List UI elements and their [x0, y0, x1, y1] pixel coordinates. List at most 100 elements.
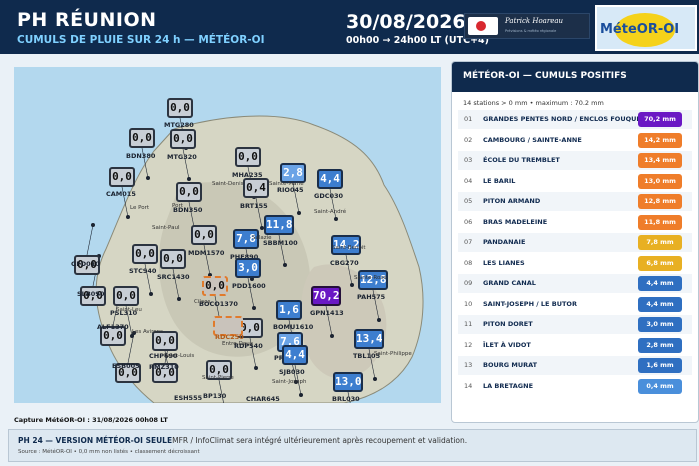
station-value[interactable]: 11,8	[264, 215, 294, 235]
ranking-row[interactable]: 05 PITON ARMAND 12,8 mm	[458, 192, 692, 211]
station-name: GRAND CANAL	[483, 279, 536, 287]
rain-value-badge: 13,0 mm	[638, 173, 682, 189]
ranking-row[interactable]: 12 ÎLET À VIDOT 2,8 mm	[458, 335, 692, 355]
station-value[interactable]: 0,4	[243, 178, 269, 198]
station-code: PDD1600	[232, 282, 266, 290]
footer-line-1: PH 24 — VERSION MÉTÉOR-OI SEULEMFR / Inf…	[18, 436, 467, 445]
author-credit: Patrick Hoareau Prévisions & météo régio…	[464, 13, 590, 39]
station-value[interactable]: 13,0	[333, 372, 363, 392]
rank-number: 08	[464, 258, 473, 267]
town-label: Entre-Deux	[222, 341, 253, 347]
town-label: Salazie	[252, 235, 272, 241]
station-value[interactable]: 0,0	[191, 225, 217, 245]
rain-value-badge: 6,8 mm	[638, 255, 682, 271]
station-code: SJB030	[279, 368, 305, 376]
town-label: Saint-André	[314, 209, 347, 215]
ranking-row[interactable]: 13 BOURG MURAT 1,6 mm	[458, 356, 692, 375]
rain-value-badge: 4,4 mm	[638, 296, 682, 312]
ranking-header: MÉTÉOR-OI — CUMULS POSITIFS	[452, 62, 698, 92]
ranking-row[interactable]: 01 GRANDES PENTES NORD / ENCLOS FOUQUÉ 70,…	[458, 110, 692, 129]
station-code: GFD010	[71, 260, 100, 268]
station-value[interactable]: 0,0	[176, 182, 202, 202]
station-value[interactable]: 0,0	[167, 98, 193, 118]
report-date: 30/08/2026	[346, 11, 466, 33]
town-label: Sainte-Rose	[354, 275, 387, 281]
station-code: ESH555	[174, 394, 203, 402]
station-value[interactable]: 0,0	[160, 249, 186, 269]
station-dot	[350, 283, 354, 287]
station-value[interactable]: 0,0	[235, 147, 261, 167]
station-code: MTG320	[167, 153, 197, 161]
station-name: LA BRETAGNE	[483, 381, 534, 390]
town-label: Port	[172, 203, 183, 209]
rain-value-badge: 2,8 mm	[638, 337, 682, 353]
ranking-row[interactable]: 10 SAINT-JOSEPH / LE BUTOR 4,4 mm	[458, 294, 692, 314]
rain-map: 0,0 MTG280 0,0 BDN380 0,0 MTG320 0,0 MHA235 2,8 R…	[14, 67, 441, 403]
station-code: RIO045	[277, 186, 304, 194]
ranking-row[interactable]: 11 PITON DORET 3,0 mm	[458, 315, 692, 334]
ranking-row[interactable]: 06 BRAS MADELEINE 11,8 mm	[458, 212, 692, 232]
station-name: ÎLET À VIDOT	[483, 340, 531, 349]
station-dot	[177, 297, 181, 301]
station-value[interactable]: 0,0	[202, 276, 228, 296]
station-value[interactable]: 1,6	[276, 300, 302, 320]
station-code: MTG280	[164, 121, 194, 129]
rank-number: 06	[464, 217, 473, 226]
rain-value-badge: 13,4 mm	[638, 153, 682, 168]
station-dot	[187, 177, 191, 181]
station-name: CAMBOURG / SAINTE-ANNE	[483, 135, 582, 144]
ranking-panel: MÉTÉOR-OI — CUMULS POSITIFS 14 stations …	[451, 61, 699, 423]
station-value[interactable]: 0,0	[132, 244, 158, 264]
station-code: CAM015	[106, 190, 136, 198]
station-dot	[373, 377, 377, 381]
footer-note: PH 24 — VERSION MÉTÉOR-OI SEULEMFR / Inf…	[8, 429, 697, 462]
town-label: Cilaos	[194, 299, 211, 305]
page-subtitle: CUMULS DE PLUIE SUR 24 h — MÉTÉOR-OI	[17, 34, 265, 46]
ranking-row[interactable]: 08 LES LIANES 6,8 mm	[458, 253, 692, 273]
station-dot	[297, 211, 301, 215]
station-value[interactable]: 3,0	[235, 258, 261, 278]
town-label: Le Port	[130, 205, 150, 211]
rank-number: 02	[464, 135, 473, 144]
rank-number: 10	[464, 299, 473, 308]
ranking-row[interactable]: 04 LE BARIL 13,0 mm	[458, 171, 692, 191]
station-value[interactable]: 70,2	[311, 286, 341, 306]
meteor-oi-logo: MéteOR-OI	[595, 5, 697, 51]
station-dot	[126, 215, 130, 219]
station-code: BRL030	[332, 395, 360, 403]
station-value[interactable]: 0,0	[129, 128, 155, 148]
town-label: Saint-Louis	[164, 353, 195, 359]
station-dot	[283, 263, 287, 267]
station-code: MDM1570	[188, 249, 225, 257]
station-dot	[299, 393, 303, 397]
town-label: Saint-Paul	[152, 225, 180, 231]
ranking-row[interactable]: 09 GRAND CANAL 4,4 mm	[458, 274, 692, 293]
rank-number: 14	[464, 381, 473, 390]
ranking-row[interactable]: 07 PANDANAIE 7,8 mm	[458, 233, 692, 252]
leader-line	[86, 224, 94, 256]
town-label: Saint-Philippe	[374, 351, 412, 357]
station-value[interactable]: 4,4	[282, 345, 308, 365]
page-title: PH RÉUNION	[17, 9, 157, 31]
logo-text: MéteOR-OI	[600, 22, 680, 37]
rain-value-badge: 11,8 mm	[638, 214, 682, 230]
station-dot	[254, 366, 258, 370]
station-value[interactable]: 0,0	[113, 286, 139, 306]
rank-number: 01	[464, 115, 473, 123]
station-dot	[149, 292, 153, 296]
station-value[interactable]: 4,4	[317, 169, 343, 189]
station-name: LE BARIL	[483, 176, 516, 185]
ranking-title: MÉTÉOR-OI — CUMULS POSITIFS	[463, 71, 627, 81]
ranking-row[interactable]: 03 ÉCOLE DU TREMBLET 13,4 mm	[458, 151, 692, 170]
rdc-code: RDC250	[215, 333, 244, 341]
ranking-row[interactable]: 14 LA BRETAGNE 0,4 mm	[458, 376, 692, 396]
ranking-row[interactable]: 02 CAMBOURG / SAINTE-ANNE 14,2 mm	[458, 130, 692, 150]
station-dot	[334, 217, 338, 221]
station-value[interactable]: 0,0	[109, 167, 135, 187]
station-name: BOURG MURAT	[483, 361, 538, 369]
station-value[interactable]: 0,0	[170, 129, 196, 149]
station-value[interactable]: 13,4	[354, 329, 384, 349]
station-code: BP130	[203, 392, 227, 400]
station-value[interactable]: 2,8	[280, 163, 306, 183]
station-code: ALF1370	[97, 323, 129, 331]
